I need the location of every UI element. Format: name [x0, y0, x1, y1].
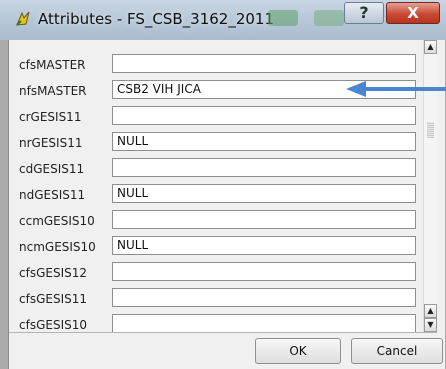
field-row-nrGESIS11: nrGESIS11 NULL	[9, 131, 419, 157]
field-row-ndGESIS11: ndGESIS11 NULL	[9, 183, 419, 209]
field-row-crGESIS11: crGESIS11	[9, 105, 419, 131]
title-bar[interactable]: Attributes - FS_CSB_3162_2011 ? X	[0, 0, 446, 40]
field-label: ncmGESIS10	[19, 240, 96, 254]
chevron-down-icon: ▼	[427, 320, 434, 329]
close-button[interactable]: X	[386, 2, 440, 24]
field-label: cdGESIS11	[19, 162, 85, 176]
cancel-button[interactable]: Cancel	[351, 338, 443, 364]
field-input[interactable]	[112, 54, 416, 73]
field-row-cfsGESIS10: cfsGESIS10	[9, 313, 419, 332]
field-input[interactable]	[112, 314, 416, 332]
field-label: crGESIS11	[19, 110, 82, 124]
annotation-arrow-icon	[346, 81, 446, 97]
field-input[interactable]	[112, 210, 416, 229]
close-icon: X	[407, 4, 419, 22]
background-glass	[314, 10, 344, 26]
field-input[interactable]	[112, 158, 416, 177]
field-label: ndGESIS11	[19, 188, 86, 202]
chevron-up-icon: ▲	[427, 306, 434, 315]
scrollbar-thumb[interactable]	[427, 122, 434, 138]
scroll-up-button-lower[interactable]: ▲	[424, 304, 437, 318]
field-label: cfsGESIS10	[19, 318, 87, 332]
field-label: cfsGESIS12	[19, 266, 87, 280]
field-input[interactable]	[112, 288, 416, 307]
qgis-app-icon	[16, 11, 30, 26]
field-row-cdGESIS11: cdGESIS11	[9, 157, 419, 183]
chevron-up-icon: ▲	[427, 42, 434, 51]
field-row-cfsGESIS12: cfsGESIS12	[9, 261, 419, 287]
field-row-cfsGESIS11: cfsGESIS11	[9, 287, 419, 313]
field-label: cfsMASTER	[19, 58, 86, 72]
field-label: cfsGESIS11	[19, 292, 87, 306]
field-label: nrGESIS11	[19, 136, 83, 150]
help-button[interactable]: ?	[344, 2, 384, 24]
field-input[interactable]	[112, 262, 416, 281]
field-input[interactable]: NULL	[112, 184, 416, 203]
field-row-ccmGESIS10: ccmGESIS10	[9, 209, 419, 235]
field-label: ccmGESIS10	[19, 214, 95, 228]
scroll-down-button[interactable]: ▼	[424, 318, 437, 332]
scroll-up-button[interactable]: ▲	[424, 40, 437, 54]
field-input[interactable]: NULL	[112, 132, 416, 151]
field-input[interactable]: NULL	[112, 236, 416, 255]
attributes-dialog: Attributes - FS_CSB_3162_2011 ? X cfsMAS…	[0, 0, 446, 369]
window-title: Attributes - FS_CSB_3162_2011	[38, 10, 275, 28]
field-input[interactable]	[112, 106, 416, 125]
field-label: nfsMASTER	[19, 84, 87, 98]
background-glass	[268, 10, 298, 26]
field-row-ncmGESIS10: ncmGESIS10 NULL	[9, 235, 419, 261]
ok-button[interactable]: OK	[255, 338, 341, 364]
field-row-cfsMASTER: cfsMASTER	[9, 53, 419, 79]
help-label: ?	[359, 3, 369, 22]
